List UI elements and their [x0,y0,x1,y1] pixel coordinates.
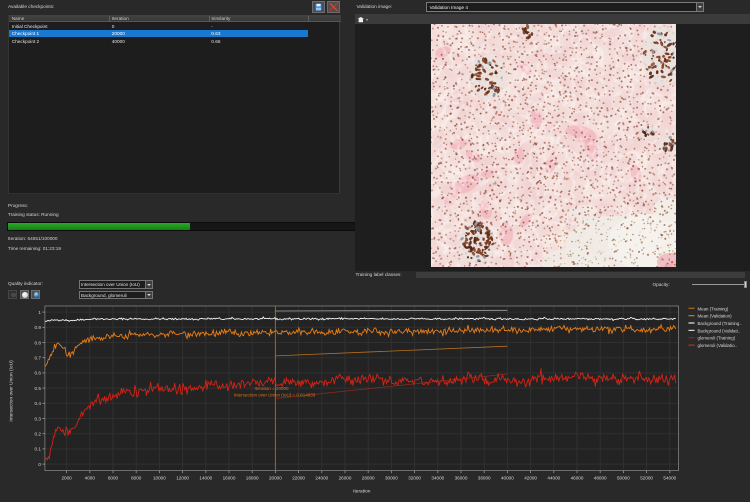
svg-text:44000: 44000 [547,476,560,481]
svg-text:10000: 10000 [153,476,166,481]
svg-text:26000: 26000 [339,476,352,481]
svg-text:glomeruli (Validatio..: glomeruli (Validatio.. [698,343,737,348]
svg-text:Mean (Validation): Mean (Validation) [698,314,733,319]
svg-text:Mean (Training): Mean (Training) [698,306,729,311]
svg-text:Background (Validati..: Background (Validati.. [698,328,741,333]
svg-text:glomeruli (Training): glomeruli (Training) [698,336,736,341]
svg-text:0.4: 0.4 [35,401,42,406]
svg-text:2000: 2000 [61,476,72,481]
svg-text:Intersection over Union (IoU): Intersection over Union (IoU) = 0.614833 [234,393,316,398]
svg-text:0.6: 0.6 [35,371,42,376]
svg-text:Iteration: Iteration [353,489,371,495]
svg-text:30000: 30000 [385,476,398,481]
svg-text:1: 1 [38,310,41,315]
svg-text:38000: 38000 [478,476,491,481]
svg-text:32000: 32000 [408,476,421,481]
svg-text:36000: 36000 [455,476,468,481]
svg-text:40000: 40000 [501,476,514,481]
svg-text:46000: 46000 [571,476,584,481]
svg-text:0.1: 0.1 [35,447,42,452]
svg-text:24000: 24000 [315,476,328,481]
svg-text:22000: 22000 [292,476,305,481]
svg-text:20000: 20000 [269,476,282,481]
svg-text:42000: 42000 [524,476,537,481]
svg-text:Iteration = 20000: Iteration = 20000 [255,386,289,391]
svg-text:0.7: 0.7 [35,356,42,361]
svg-text:34000: 34000 [431,476,444,481]
svg-text:28000: 28000 [362,476,375,481]
svg-text:48000: 48000 [594,476,607,481]
svg-text:0.3: 0.3 [35,416,42,421]
svg-text:16000: 16000 [223,476,236,481]
svg-text:4000: 4000 [85,476,96,481]
svg-text:8000: 8000 [131,476,142,481]
svg-text:18000: 18000 [246,476,259,481]
svg-text:0.9: 0.9 [35,325,42,330]
svg-text:0.8: 0.8 [35,340,42,345]
svg-text:50000: 50000 [617,476,630,481]
svg-text:12000: 12000 [176,476,189,481]
svg-text:Intersection over Union (IoU): Intersection over Union (IoU) [9,360,15,422]
svg-text:0: 0 [38,462,41,467]
svg-text:0.5: 0.5 [35,386,42,391]
svg-text:54000: 54000 [663,476,676,481]
svg-text:14000: 14000 [199,476,212,481]
svg-text:Background (Training..: Background (Training.. [698,321,742,326]
svg-text:52000: 52000 [640,476,653,481]
svg-text:6000: 6000 [108,476,119,481]
svg-text:0.2: 0.2 [35,432,42,437]
